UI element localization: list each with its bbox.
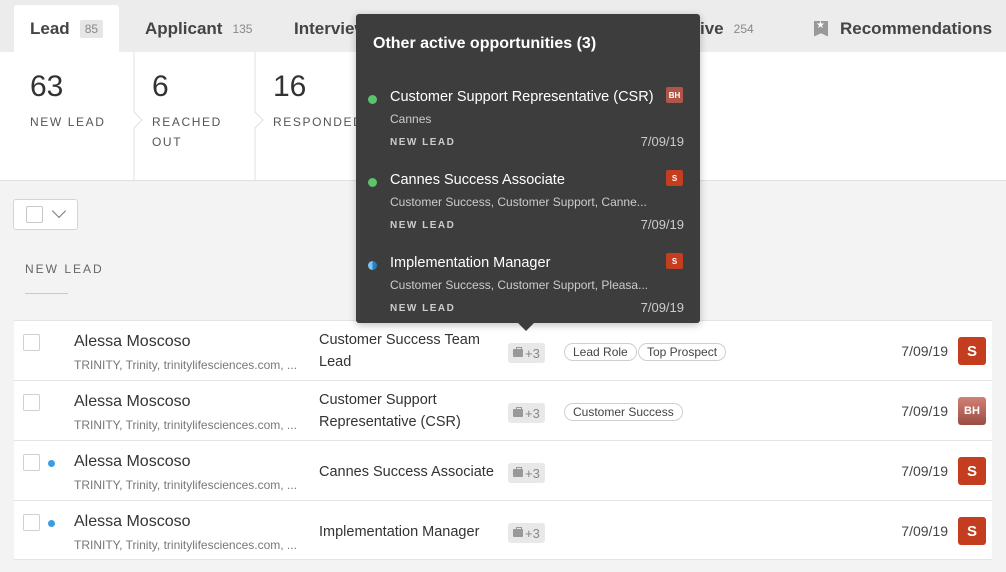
opportunities-badge[interactable]: +3 (508, 403, 545, 423)
row-date: 7/09/19 (901, 403, 948, 419)
tag[interactable]: Lead Role (564, 343, 637, 361)
opportunities-count: +3 (525, 465, 540, 481)
chevron-down-icon[interactable] (51, 203, 67, 219)
owner-avatar: S (666, 253, 683, 269)
stat-number: 16 (273, 70, 307, 103)
status-dot (368, 178, 377, 187)
tab-applicant[interactable]: Applicant 135 (145, 5, 252, 52)
briefcase-icon (513, 347, 523, 357)
stat-responded[interactable]: 16 RESPONDED (273, 52, 363, 181)
bookmark-star-icon (814, 20, 828, 37)
briefcase-icon (513, 527, 523, 537)
bulk-select-dropdown[interactable] (13, 199, 78, 230)
opportunity-title[interactable]: Cannes Success Associate (390, 172, 565, 188)
posting-title[interactable]: Implementation Manager (319, 521, 499, 543)
owner-avatar[interactable]: BH (958, 397, 986, 425)
opportunity-item[interactable]: Customer Support Representative (CSR) Ca… (356, 84, 700, 164)
tab-label: Recommendations (840, 18, 993, 38)
candidate-name[interactable]: Alessa Moscoso (74, 453, 191, 471)
opportunity-item[interactable]: Cannes Success Associate Customer Succes… (356, 167, 700, 247)
owner-avatar[interactable]: S (958, 337, 986, 365)
tab-label: Applicant (145, 18, 223, 38)
stat-new-lead[interactable]: 63 NEW LEAD (30, 52, 135, 181)
opportunity-date: 7/09/19 (640, 300, 684, 315)
status-dot (368, 261, 377, 270)
briefcase-icon (513, 407, 523, 417)
tab-lead[interactable]: Lead 85 (14, 5, 120, 52)
candidate-details: TRINITY, Trinity, trinitylifesciences.co… (74, 358, 297, 372)
row-date: 7/09/19 (901, 523, 948, 539)
opportunity-date: 7/09/19 (640, 134, 684, 149)
table-row[interactable]: Alessa Moscoso TRINITY, Trinity, trinity… (14, 380, 992, 440)
candidate-name[interactable]: Alessa Moscoso (74, 513, 191, 531)
stat-number: 63 (30, 70, 64, 103)
tab-label: ive (700, 18, 724, 38)
divider (25, 293, 68, 294)
opportunity-location: Customer Success, Customer Support, Cann… (390, 195, 647, 209)
opportunity-stage: NEW LEAD (390, 303, 456, 314)
tag[interactable]: Customer Success (564, 403, 683, 421)
tab-count: 254 (733, 21, 754, 36)
row-date: 7/09/19 (901, 343, 948, 359)
posting-title[interactable]: Customer Support Representative (CSR) (319, 389, 499, 433)
opportunity-date: 7/09/19 (640, 217, 684, 232)
posting-title[interactable]: Cannes Success Associate (319, 461, 509, 483)
row-checkbox[interactable] (23, 394, 40, 411)
status-dot (368, 95, 377, 104)
row-date: 7/09/19 (901, 463, 948, 479)
opportunities-count: +3 (525, 345, 540, 361)
briefcase-icon (513, 467, 523, 477)
opportunity-stage: NEW LEAD (390, 220, 456, 231)
owner-avatar[interactable]: S (958, 457, 986, 485)
table-row[interactable]: Alessa Moscoso TRINITY, Trinity, trinity… (14, 500, 992, 560)
row-checkbox[interactable] (23, 334, 40, 351)
candidate-name[interactable]: Alessa Moscoso (74, 393, 191, 411)
row-checkbox[interactable] (23, 514, 40, 531)
stat-reached-out[interactable]: 6 REACHED OUT (152, 52, 242, 181)
stat-label: NEW LEAD (30, 115, 106, 129)
stat-label: RESPONDED (273, 115, 364, 129)
opportunity-stage: NEW LEAD (390, 137, 456, 148)
unread-dot (48, 460, 55, 467)
row-checkbox[interactable] (23, 454, 40, 471)
opportunities-count: +3 (525, 405, 540, 421)
candidate-name[interactable]: Alessa Moscoso (74, 333, 191, 351)
select-all-checkbox[interactable] (26, 206, 43, 223)
opportunities-badge[interactable]: +3 (508, 463, 545, 483)
opportunity-title[interactable]: Customer Support Representative (CSR) (390, 89, 654, 105)
opportunity-title[interactable]: Implementation Manager (390, 255, 550, 271)
opportunities-count: +3 (525, 525, 540, 541)
tag[interactable]: Top Prospect (638, 343, 727, 361)
owner-avatar[interactable]: S (958, 517, 986, 545)
tab-count: 85 (79, 19, 104, 38)
candidate-details: TRINITY, Trinity, trinitylifesciences.co… (74, 418, 297, 432)
owner-avatar: S (666, 170, 683, 186)
table-row[interactable]: Alessa Moscoso TRINITY, Trinity, trinity… (14, 440, 992, 500)
opportunities-popover: Other active opportunities (3) Customer … (356, 14, 700, 331)
section-title: NEW LEAD (25, 262, 104, 276)
unread-dot (48, 520, 55, 527)
owner-avatar: BH (666, 87, 683, 103)
candidate-details: TRINITY, Trinity, trinitylifesciences.co… (74, 538, 297, 552)
stat-label: REACHED OUT (152, 115, 222, 149)
tab-offer[interactable]: ive 254 (700, 5, 754, 52)
candidate-details: TRINITY, Trinity, trinitylifesciences.co… (74, 478, 297, 492)
opportunities-badge[interactable]: +3 (508, 523, 545, 543)
opportunity-item[interactable]: Implementation Manager Customer Success,… (356, 250, 700, 330)
tab-label: Lead (30, 18, 70, 38)
opportunity-location: Customer Success, Customer Support, Plea… (390, 278, 649, 292)
stat-number: 6 (152, 70, 169, 103)
opportunity-location: Cannes (390, 112, 432, 126)
tab-count: 135 (232, 21, 253, 36)
opportunities-badge[interactable]: +3 (508, 343, 545, 363)
tab-recommendations[interactable]: Recommendations (814, 5, 992, 52)
posting-title[interactable]: Customer Success Team Lead (319, 329, 499, 373)
popover-title: Other active opportunities (3) (373, 35, 597, 52)
